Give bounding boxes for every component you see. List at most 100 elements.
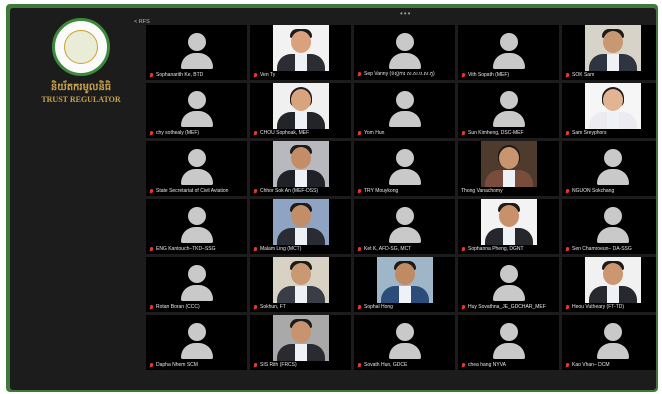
participant-nameplate: Sophal Hong: [357, 304, 453, 310]
participant-tile[interactable]: Sovath Hun, GDCE: [354, 315, 455, 370]
participant-video: [377, 257, 433, 303]
mic-muted-icon: [565, 130, 570, 136]
participant-nameplate: Sep Vanny (ទីស្ដីការ ស.ស.ប.ស.កូ): [357, 71, 453, 78]
organization-english-name: TRUST REGULATOR: [41, 95, 121, 104]
mic-muted-icon: [253, 188, 258, 194]
participant-nameplate: Sovath Hun, GDCE: [357, 362, 453, 368]
participant-tile[interactable]: Sun Kimheng, DSC-MEF: [458, 83, 559, 138]
participant-nameplate: Sophanarith Ke, BTD: [149, 72, 245, 78]
participant-video: [273, 199, 329, 245]
participant-tile[interactable]: Ven Ty: [250, 25, 351, 80]
participant-tile[interactable]: Sophal Hong: [354, 257, 455, 312]
participant-tile[interactable]: Rotan Boran (CCC): [146, 257, 247, 312]
participant-tile[interactable]: Thong Vanachomy: [458, 141, 559, 196]
mic-muted-icon: [149, 246, 154, 252]
participant-tile[interactable]: Kao Vhan– DCM: [562, 315, 656, 370]
mic-muted-icon: [461, 72, 466, 78]
avatar-placeholder-icon: [493, 91, 525, 129]
participant-tile[interactable]: ENG Kantouch–TKD–SSG: [146, 199, 247, 254]
avatar-placeholder-icon: [597, 207, 629, 245]
participant-name: Sokhun, FT: [260, 304, 286, 310]
seal-emblem-icon: [52, 18, 110, 76]
participant-nameplate: Malam Ling (MCT): [253, 246, 349, 252]
participant-tile[interactable]: Heou Vutheary (FT-TD): [562, 257, 656, 312]
participant-tile[interactable]: NGUON Sokchang: [562, 141, 656, 196]
participant-tile[interactable]: SOK Sam: [562, 25, 656, 80]
participant-tile[interactable]: Ket K, AFD-SG, MCT: [354, 199, 455, 254]
participant-nameplate: chea hang NYVA: [461, 362, 557, 368]
mic-muted-icon: [357, 130, 362, 136]
participant-tile[interactable]: Malam Ling (MCT): [250, 199, 351, 254]
avatar-placeholder-icon: [181, 149, 213, 187]
participant-tile[interactable]: Yom Hun: [354, 83, 455, 138]
participant-name: Thong Vanachomy: [461, 188, 503, 194]
avatar-placeholder-icon: [493, 265, 525, 303]
participant-nameplate: TRY Mouykong: [357, 188, 453, 194]
participant-nameplate: NGUON Sokchang: [565, 188, 656, 194]
participant-video: [585, 83, 641, 129]
mic-muted-icon: [565, 72, 570, 78]
participant-tile[interactable]: Sokhun, FT: [250, 257, 351, 312]
mic-muted-icon: [149, 304, 154, 310]
mic-muted-icon: [357, 246, 362, 252]
mic-muted-icon: [461, 246, 466, 252]
participant-video: [481, 141, 537, 187]
participant-tile[interactable]: Chhor Sok An (MEF-DSS): [250, 141, 351, 196]
participant-nameplate: Vith Sopath (MEF): [461, 72, 557, 78]
participant-name: TRY Mouykong: [364, 188, 399, 194]
participant-tile[interactable]: Vith Sopath (MEF): [458, 25, 559, 80]
participant-nameplate: State Secretariat of Civil Aviation: [149, 188, 245, 194]
participant-tile[interactable]: TRY Mouykong: [354, 141, 455, 196]
avatar-placeholder-icon: [389, 207, 421, 245]
participant-nameplate: Sokhun, FT: [253, 304, 349, 310]
participant-name: Kao Vhan– DCM: [572, 362, 610, 368]
participant-tile[interactable]: Sep Vanny (ទីស្ដីការ ស.ស.ប.ស.កូ): [354, 25, 455, 80]
mic-muted-icon: [565, 362, 570, 368]
participant-name: Sophanna Pheng, DGNT: [468, 246, 524, 252]
participant-nameplate: Ket K, AFD-SG, MCT: [357, 246, 453, 252]
participant-tile[interactable]: State Secretariat of Civil Aviation: [146, 141, 247, 196]
avatar-placeholder-icon: [181, 265, 213, 303]
top-indicator[interactable]: •••: [400, 9, 411, 18]
participant-tile[interactable]: Huy Sovathna_JE_GDCHAR_MEF: [458, 257, 559, 312]
participant-tile[interactable]: Sam Sreyphors: [562, 83, 656, 138]
participant-nameplate: CHOU Sophoak, MEF: [253, 130, 349, 136]
participant-nameplate: Chhor Sok An (MEF-DSS): [253, 188, 349, 194]
participant-name: ENG Kantouch–TKD–SSG: [156, 246, 216, 252]
participant-tile[interactable]: chea hang NYVA: [458, 315, 559, 370]
participant-tile[interactable]: CHOU Sophoak, MEF: [250, 83, 351, 138]
mic-muted-icon: [461, 362, 466, 368]
participant-name: Sun Kimheng, DSC-MEF: [468, 130, 524, 136]
participant-nameplate: ENG Kantouch–TKD–SSG: [149, 246, 245, 252]
mic-muted-icon: [149, 188, 154, 194]
mic-muted-icon: [461, 130, 466, 136]
mic-muted-icon: [149, 72, 154, 78]
mic-muted-icon: [149, 362, 154, 368]
participant-name: Ket K, AFD-SG, MCT: [364, 246, 412, 252]
participant-video: [273, 141, 329, 187]
seal-center-icon: [64, 30, 98, 64]
participant-video: [585, 25, 641, 71]
participant-name: Sep Vanny (ទីស្ដីការ ស.ស.ប.ស.កូ): [364, 71, 435, 77]
avatar-placeholder-icon: [389, 33, 421, 71]
participant-nameplate: Kao Vhan– DCM: [565, 362, 656, 368]
participant-name: chea hang NYVA: [468, 362, 506, 368]
participant-tile[interactable]: Sophanarith Ke, BTD: [146, 25, 247, 80]
participant-tile[interactable]: SIS Rith (FRCS): [250, 315, 351, 370]
participant-nameplate: Yom Hun: [357, 130, 453, 136]
avatar-placeholder-icon: [181, 91, 213, 129]
participant-tile[interactable]: Dapha Nhem SCM: [146, 315, 247, 370]
avatar-placeholder-icon: [493, 33, 525, 71]
participant-tile[interactable]: Sen Chamroeun– DA-SSG: [562, 199, 656, 254]
avatar-placeholder-icon: [389, 323, 421, 361]
avatar-placeholder-icon: [389, 91, 421, 129]
participant-nameplate: Thong Vanachomy: [461, 188, 557, 194]
participant-nameplate: Dapha Nhem SCM: [149, 362, 245, 368]
participant-nameplate: SOK Sam: [565, 72, 656, 78]
participant-name: chy sothealy (MEF): [156, 130, 200, 136]
participant-tile[interactable]: chy sothealy (MEF): [146, 83, 247, 138]
participant-nameplate: Sen Chamroeun– DA-SSG: [565, 246, 656, 252]
mic-muted-icon: [357, 188, 362, 194]
participant-tile[interactable]: Sophanna Pheng, DGNT: [458, 199, 559, 254]
organization-logo: និយ័តករមូលនិធិ TRUST REGULATOR: [20, 18, 130, 110]
